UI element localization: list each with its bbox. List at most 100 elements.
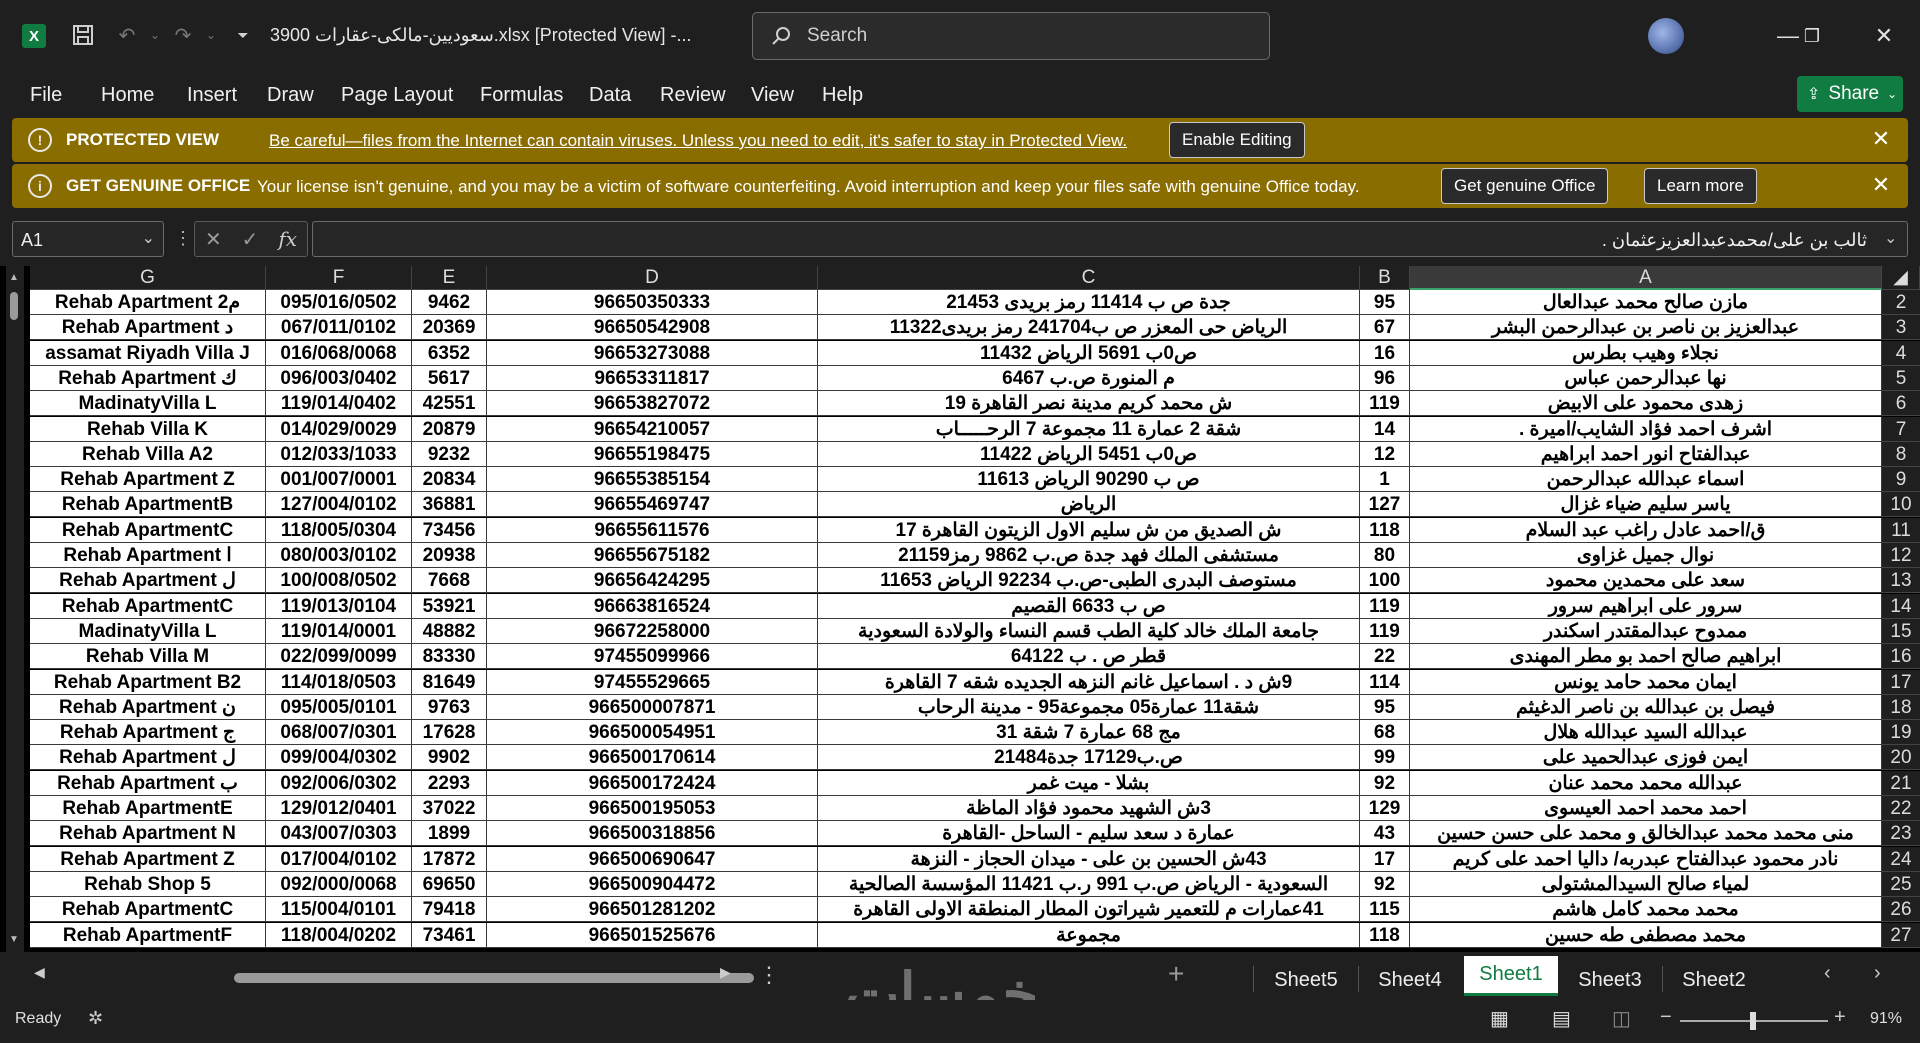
cell-e[interactable]: 5617 — [412, 365, 487, 391]
sheet-tab-sheet4[interactable]: Sheet4 — [1360, 962, 1460, 998]
select-all-corner[interactable]: ◢ — [1882, 266, 1920, 290]
cell-d[interactable]: 96663816524 — [487, 593, 818, 619]
cell-g[interactable]: Rehab Apartment ج — [30, 720, 266, 746]
cell-a[interactable]: زهدى محمود على الابيض — [1410, 391, 1882, 417]
row-header[interactable]: 25 — [1882, 871, 1920, 897]
cell-d[interactable]: 966501281202 — [487, 897, 818, 923]
cell-d[interactable]: 96672258000 — [487, 618, 818, 644]
close-protected-bar-icon[interactable]: ✕ — [1868, 126, 1894, 152]
cell-b[interactable]: 118 — [1360, 922, 1410, 948]
cell-e[interactable]: 36881 — [412, 492, 487, 518]
row-header[interactable]: 7 — [1882, 416, 1920, 442]
more-options-icon[interactable]: ⋮ — [174, 228, 192, 249]
cell-e[interactable]: 83330 — [412, 644, 487, 670]
save-icon[interactable] — [68, 20, 98, 50]
column-header-d[interactable]: D — [487, 266, 818, 290]
cell-e[interactable]: 69650 — [412, 871, 487, 897]
cell-c[interactable]: عمارة د سعد سليم - الساحل -القاهرة — [818, 821, 1360, 847]
row-header[interactable]: 27 — [1882, 922, 1920, 948]
row-header[interactable]: 3 — [1882, 315, 1920, 341]
cell-e[interactable]: 53921 — [412, 593, 487, 619]
cell-g[interactable]: Rehab Villa M — [30, 644, 266, 670]
cell-e[interactable]: 37022 — [412, 796, 487, 821]
cell-c[interactable]: ص0ب 5691 الرياض 11432 — [818, 340, 1360, 366]
restore-icon[interactable]: ❐ — [1794, 18, 1830, 54]
spreadsheet-grid[interactable]: G F E D C B A ◢ Rehab Apartment 2م 095/01… — [0, 266, 1920, 952]
cell-b[interactable]: 119 — [1360, 618, 1410, 644]
cell-b[interactable]: 92 — [1360, 871, 1410, 897]
row-header[interactable]: 15 — [1882, 618, 1920, 644]
cell-d[interactable]: 96656424295 — [487, 568, 818, 594]
column-header-g[interactable]: G — [30, 266, 266, 290]
cell-c[interactable]: قطر ص . ب 64122 — [818, 644, 1360, 670]
cell-e[interactable]: 73456 — [412, 517, 487, 543]
cell-c[interactable]: ص ب 6633 القصيم — [818, 593, 1360, 619]
cell-c[interactable]: مستشفى الملك فهد جدة ص.ب 9862 رمز21159 — [818, 543, 1360, 568]
cancel-icon[interactable]: ✕ — [205, 227, 222, 252]
cell-e[interactable]: 79418 — [412, 897, 487, 923]
cell-g[interactable]: Rehab Shop 5 — [30, 871, 266, 897]
cell-a[interactable]: عبدالله السيد عبدالله هلال — [1410, 720, 1882, 746]
cell-b[interactable]: 43 — [1360, 821, 1410, 847]
cell-a[interactable]: نادر محمود عبدالفتاح عبدربه/ داليا احمد … — [1410, 846, 1882, 872]
cell-b[interactable]: 14 — [1360, 416, 1410, 442]
cell-b[interactable]: 95 — [1360, 694, 1410, 720]
menu-page-layout[interactable]: Page Layout — [341, 84, 453, 107]
cell-g[interactable]: Rehab Apartment ب — [30, 770, 266, 796]
row-header[interactable]: 18 — [1882, 694, 1920, 720]
zoom-slider[interactable] — [1680, 1012, 1828, 1030]
cell-a[interactable]: ايمان محمد حامد يونس — [1410, 669, 1882, 695]
cell-a[interactable]: نوال جميل غزاوى — [1410, 543, 1882, 568]
menu-data[interactable]: Data — [589, 84, 631, 107]
cell-g[interactable]: Rehab Villa K — [30, 416, 266, 442]
cell-d[interactable]: 966500904472 — [487, 871, 818, 897]
column-header-e[interactable]: E — [412, 266, 487, 290]
sheet-tab-sheet5[interactable]: Sheet5 — [1256, 962, 1356, 998]
cell-c[interactable]: بشلا - ميت غمر — [818, 770, 1360, 796]
next-sheet-icon[interactable]: › — [1874, 962, 1881, 985]
cell-g[interactable]: Rehab Apartment B2 — [30, 669, 266, 695]
row-header[interactable]: 12 — [1882, 543, 1920, 568]
cell-a[interactable]: سعد على محمدين محمود — [1410, 568, 1882, 594]
cell-e[interactable]: 9902 — [412, 745, 487, 771]
row-header[interactable]: 19 — [1882, 720, 1920, 746]
column-header-a[interactable]: A — [1410, 266, 1882, 290]
cell-a[interactable]: ق/احمد عادل راغب عبد السلام — [1410, 517, 1882, 543]
cell-g[interactable]: Rehab Apartment ل — [30, 745, 266, 771]
cell-a[interactable]: عبدالفتاح انور احمد ابراهيم — [1410, 441, 1882, 467]
cell-a[interactable]: محمد مصطفى طه حسين — [1410, 922, 1882, 948]
menu-help[interactable]: Help — [822, 84, 863, 107]
cell-f[interactable]: 118/005/0304 — [266, 517, 412, 543]
cell-c[interactable]: ص.ب17129 جدة21484 — [818, 745, 1360, 771]
cell-f[interactable]: 119/014/0001 — [266, 618, 412, 644]
cell-f[interactable]: 092/006/0302 — [266, 770, 412, 796]
cell-f[interactable]: 118/004/0202 — [266, 922, 412, 948]
cell-d[interactable]: 96655675182 — [487, 543, 818, 568]
cell-f[interactable]: 068/007/0301 — [266, 720, 412, 746]
cell-c[interactable]: مج 68 عمارة 7 شقة 31 — [818, 720, 1360, 746]
cell-b[interactable]: 95 — [1360, 290, 1410, 315]
cell-b[interactable]: 16 — [1360, 340, 1410, 366]
horizontal-scroll-thumb[interactable] — [234, 973, 754, 983]
redo-dropdown-icon[interactable]: ⌄ — [196, 20, 226, 50]
cell-a[interactable]: اسماء عبدالله عبدالرحمن — [1410, 467, 1882, 493]
cell-a[interactable]: نجلاء وهيب بطرس — [1410, 340, 1882, 366]
menu-insert[interactable]: Insert — [187, 84, 237, 107]
cell-c[interactable]: شقة11 عمارة05 مجموعة95 - مدينة الرحاب — [818, 694, 1360, 720]
row-header[interactable]: 6 — [1882, 391, 1920, 417]
formula-input[interactable]: ثالب بن على/محمدعبدالعزيزعثمان . — [312, 221, 1908, 257]
cell-f[interactable]: 001/007/0001 — [266, 467, 412, 493]
row-header[interactable]: 14 — [1882, 593, 1920, 619]
cell-a[interactable]: ممدوح عبدالمقتدر اسكندر — [1410, 618, 1882, 644]
cell-c[interactable]: ص0ب 5451 الرياض 11422 — [818, 441, 1360, 467]
cell-d[interactable]: 96653311817 — [487, 365, 818, 391]
page-layout-view-icon[interactable]: ▤ — [1552, 1006, 1571, 1031]
cell-c[interactable]: 3ش الشهيد محمود فؤاد الماظة — [818, 796, 1360, 821]
close-genuine-bar-icon[interactable]: ✕ — [1868, 172, 1894, 198]
cell-g[interactable]: Rehab ApartmentB — [30, 492, 266, 518]
cell-c[interactable]: السعودية - الرياض ص.ب 991 ر.ب 11421 المؤ… — [818, 871, 1360, 897]
scroll-right-icon[interactable]: ▶ — [720, 964, 731, 981]
cell-d[interactable]: 966500007871 — [487, 694, 818, 720]
row-header[interactable]: 21 — [1882, 770, 1920, 796]
cell-c[interactable]: 41عمارات م للتعمير شيراتون المطار المنطق… — [818, 897, 1360, 923]
